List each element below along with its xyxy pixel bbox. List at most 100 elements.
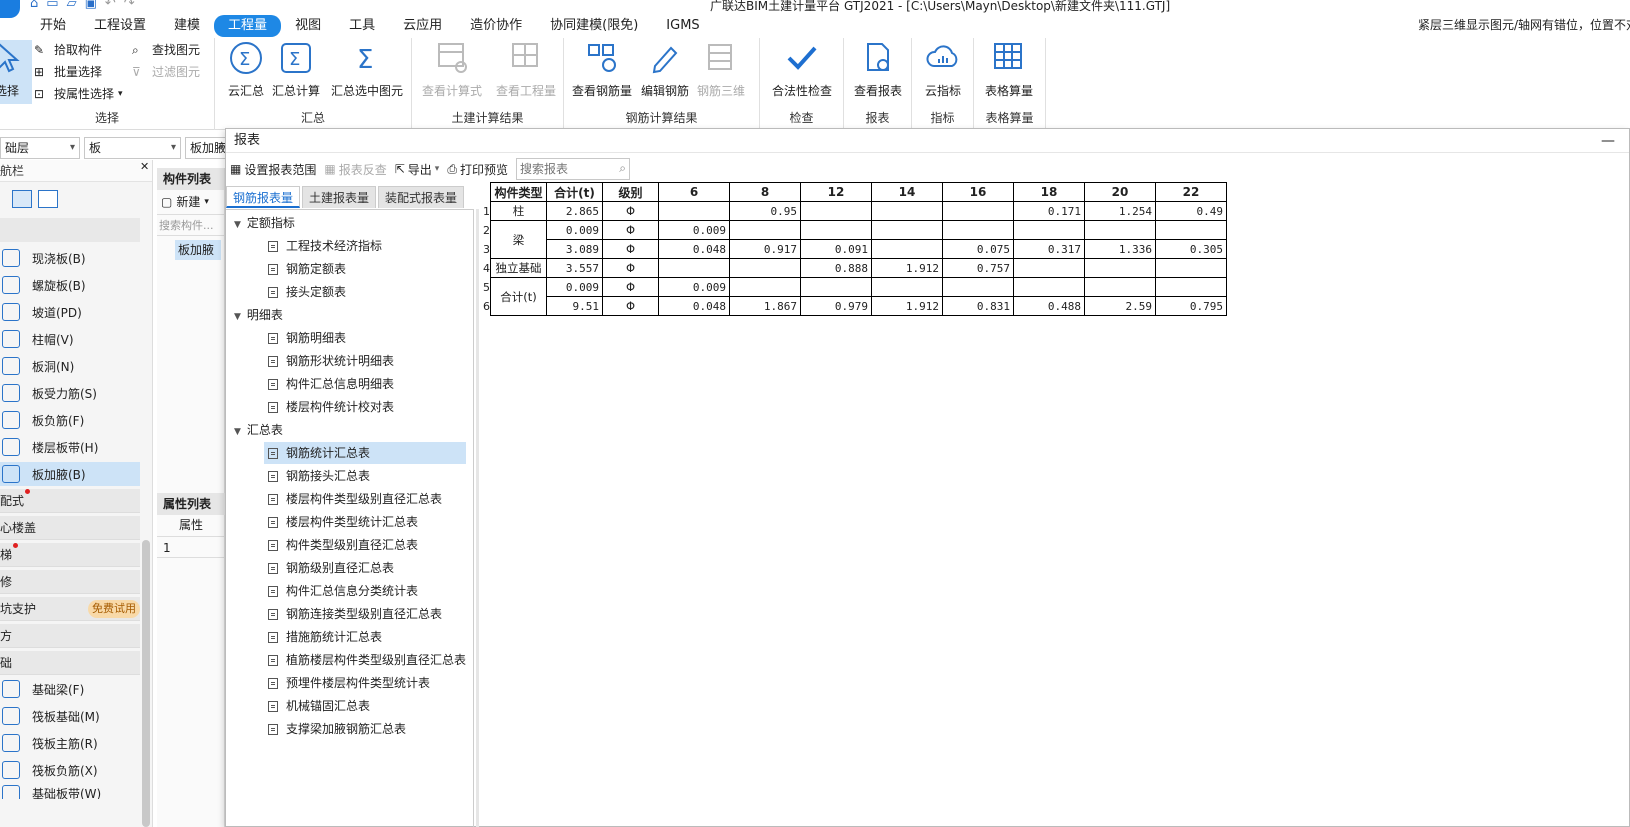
menu-start[interactable]: 开始 xyxy=(26,15,80,37)
header-dia[interactable]: 6 xyxy=(658,182,730,202)
minimize-icon[interactable]: — xyxy=(1601,129,1615,153)
cell-value[interactable]: 0.831 xyxy=(942,296,1014,316)
cell-type[interactable]: 梁 xyxy=(490,220,547,259)
cell-value[interactable]: 0.49 xyxy=(1155,201,1227,221)
trial-badge[interactable]: 免费试用 xyxy=(88,600,140,618)
tree-item[interactable]: 钢筋形状统计明细表 xyxy=(264,350,466,372)
menu-collab-modeling[interactable]: 协同建模(限免) xyxy=(536,15,652,37)
tree-item[interactable]: 钢筋级别直径汇总表 xyxy=(264,557,466,579)
nav-search-bar[interactable] xyxy=(0,218,140,242)
component-item[interactable]: 板加腋 xyxy=(175,240,221,260)
tab-rebar-report[interactable]: 钢筋报表量 xyxy=(226,186,301,208)
menu-tools[interactable]: 工具 xyxy=(335,15,389,37)
detail-view-icon[interactable] xyxy=(38,190,58,208)
cell-total[interactable]: 3.089 xyxy=(546,239,603,259)
nav-item-raft[interactable]: 筏板基础(M) xyxy=(0,704,140,728)
tree-item[interactable]: 接头定额表 xyxy=(264,281,466,303)
tab-prefab-report[interactable]: 装配式报表量 xyxy=(378,186,465,208)
filter-element-button[interactable]: ⊽ 过滤图元 xyxy=(132,63,200,80)
search-icon[interactable]: ⌕ xyxy=(619,161,626,176)
header-dia[interactable]: 16 xyxy=(942,182,1014,202)
cell-value[interactable]: 1.912 xyxy=(871,296,943,316)
header-dia[interactable]: 18 xyxy=(1013,182,1085,202)
cell-grade[interactable]: Φ xyxy=(602,220,659,240)
new-component-button[interactable]: ▢ 新建 ▾ xyxy=(157,190,224,214)
cell-value[interactable] xyxy=(1155,220,1227,240)
tab-civil-report[interactable]: 土建报表量 xyxy=(302,186,377,208)
header-type[interactable]: 构件类型 xyxy=(490,182,547,202)
tree-item[interactable]: 预埋件楼层构件类型统计表 xyxy=(264,672,466,694)
cell-total[interactable]: 9.51 xyxy=(546,296,603,316)
header-dia[interactable]: 20 xyxy=(1084,182,1156,202)
header-dia[interactable]: 12 xyxy=(800,182,872,202)
cell-value[interactable] xyxy=(729,258,801,278)
nav-category-finish[interactable]: 修 xyxy=(0,570,140,594)
cell-value[interactable]: 0.317 xyxy=(1013,239,1085,259)
cell-value[interactable] xyxy=(871,277,943,297)
type-select[interactable]: 板 xyxy=(84,137,181,159)
tree-item[interactable]: 措施筋统计汇总表 xyxy=(264,626,466,648)
tree-item[interactable]: 钢筋连接类型级别直径汇总表 xyxy=(264,603,466,625)
nav-item-column-cap[interactable]: 柱帽(V) xyxy=(0,327,140,351)
cell-value[interactable]: 0.009 xyxy=(658,277,730,297)
tree-group-summary[interactable]: ▼ 汇总表 xyxy=(234,419,283,441)
tree-group-detail[interactable]: ▼ 明细表 xyxy=(234,304,283,326)
header-dia[interactable]: 22 xyxy=(1155,182,1227,202)
tree-item[interactable]: 楼层构件类型级别直径汇总表 xyxy=(264,488,466,510)
nav-item-cast-slab[interactable]: 现浇板(B) xyxy=(0,246,140,270)
cell-grade[interactable]: Φ xyxy=(602,239,659,259)
cell-value[interactable] xyxy=(942,201,1014,221)
menu-modeling[interactable]: 建模 xyxy=(160,15,214,37)
menu-quantity[interactable]: 工程量 xyxy=(214,15,282,37)
open-folder-icon[interactable]: ▱ xyxy=(67,0,77,11)
rebar-3d-button[interactable]: 钢筋三维 xyxy=(690,40,752,99)
report-search-input[interactable] xyxy=(515,158,630,180)
cell-value[interactable] xyxy=(1013,220,1085,240)
cell-total[interactable]: 0.009 xyxy=(546,277,603,297)
cell-value[interactable] xyxy=(658,201,730,221)
nav-item-ramp[interactable]: 坡道(PD) xyxy=(0,300,140,324)
cell-value[interactable] xyxy=(871,239,943,259)
cell-grade[interactable]: Φ xyxy=(602,277,659,297)
cell-value[interactable]: 0.305 xyxy=(1155,239,1227,259)
legality-check-button[interactable]: 合法性检查 xyxy=(766,40,838,99)
cell-value[interactable] xyxy=(871,220,943,240)
new-file-icon[interactable]: ▭ xyxy=(46,0,58,11)
tree-item[interactable]: 楼层构件统计校对表 xyxy=(264,396,466,418)
undo-icon[interactable]: ↶ xyxy=(105,0,116,11)
cell-value[interactable] xyxy=(800,201,872,221)
property-row[interactable]: 1 xyxy=(157,536,225,558)
cell-value[interactable] xyxy=(729,277,801,297)
menu-cloud[interactable]: 云应用 xyxy=(389,15,456,37)
cell-value[interactable]: 0.95 xyxy=(729,201,801,221)
cell-value[interactable]: 0.488 xyxy=(1013,296,1085,316)
nav-item-slab-haunch[interactable]: 板加腋(B) xyxy=(0,462,140,486)
table-calc-button[interactable]: 表格算量 xyxy=(978,40,1040,99)
summary-selected-button[interactable]: Σ 汇总选中图元 xyxy=(325,40,409,99)
cell-value[interactable] xyxy=(800,277,872,297)
nav-category-pit-support[interactable]: 坑支护 免费试用 xyxy=(0,597,140,621)
menu-view[interactable]: 视图 xyxy=(281,15,335,37)
cell-value[interactable] xyxy=(800,220,872,240)
tree-item[interactable]: 构件汇总信息明细表 xyxy=(264,373,466,395)
cell-value[interactable]: 0.048 xyxy=(658,239,730,259)
cell-grade[interactable]: Φ xyxy=(602,296,659,316)
header-grade[interactable]: 级别 xyxy=(602,182,659,202)
cell-type[interactable]: 柱 xyxy=(490,201,547,221)
header-dia[interactable]: 8 xyxy=(729,182,801,202)
tree-group-quota[interactable]: ▼ 定额指标 xyxy=(234,212,295,234)
tree-item[interactable]: 工程技术经济指标 xyxy=(264,235,466,257)
edit-rebar-button[interactable]: 编辑钢筋 xyxy=(634,40,696,99)
cell-value[interactable] xyxy=(1013,277,1085,297)
menu-igms[interactable]: IGMS xyxy=(652,15,713,37)
tree-item[interactable]: 钢筋接头汇总表 xyxy=(264,465,466,487)
set-range-button[interactable]: ▦ 设置报表范围 xyxy=(230,161,316,178)
select-button[interactable]: 选择 xyxy=(0,40,32,104)
cell-value[interactable] xyxy=(1013,258,1085,278)
select-by-attr-button[interactable]: ⊡ 按属性选择 ▾ xyxy=(34,85,123,102)
tree-item[interactable]: 楼层构件类型统计汇总表 xyxy=(264,511,466,533)
nav-category-earthwork[interactable]: 方 xyxy=(0,624,140,648)
nav-item-slab-hole[interactable]: 板洞(N) xyxy=(0,354,140,378)
view-report-button[interactable]: 查看报表 xyxy=(847,40,909,99)
cell-value[interactable]: 1.912 xyxy=(871,258,943,278)
